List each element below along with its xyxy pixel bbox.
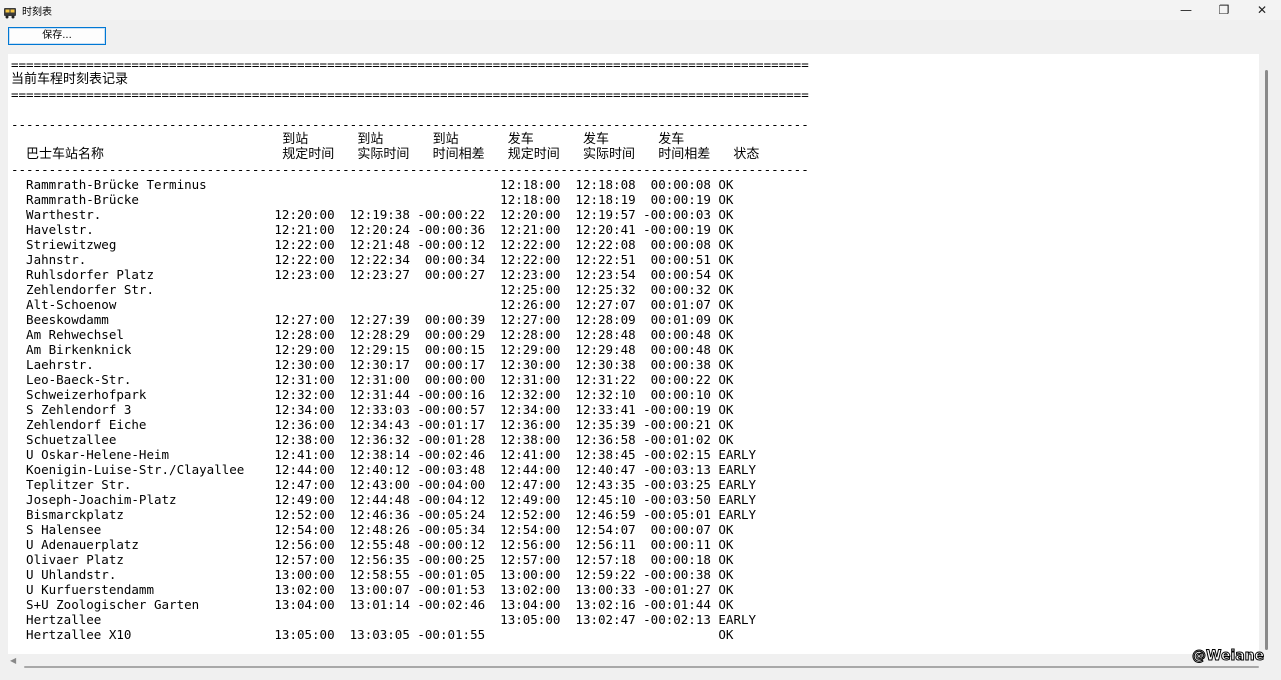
table-row: Koenigin-Luise-Str./Clayallee 12:44:00 1…: [11, 462, 757, 477]
toolbar: 保存...: [0, 20, 1281, 52]
table-row: Leo-Baeck-Str. 12:31:00 12:31:00 00:00:0…: [11, 372, 734, 387]
table-row: U Oskar-Helene-Heim 12:41:00 12:38:14 -0…: [11, 447, 757, 462]
table-row: S+U Zoologischer Garten 13:04:00 13:01:1…: [11, 597, 734, 612]
column-header: 发车: [658, 132, 685, 147]
scroll-left-arrow-icon[interactable]: ◀: [10, 656, 16, 665]
column-header: 到站: [432, 132, 459, 147]
column-header: 状态: [733, 147, 760, 162]
table-row: Hertzallee 13:05:00 13:02:47 -00:02:13 E…: [11, 612, 757, 627]
column-header: 发车: [583, 132, 610, 147]
table-row: Am Rehwechsel 12:28:00 12:28:29 00:00:29…: [11, 327, 734, 342]
timetable-report: ========================================…: [11, 57, 871, 642]
maximize-button[interactable]: ❐: [1205, 0, 1243, 20]
bus-app-icon: [3, 4, 17, 19]
rule-double: ========================================…: [11, 87, 809, 102]
table-row: Rammrath-Brücke 12:18:00 12:18:19 00:00:…: [11, 192, 734, 207]
table-row: S Halensee 12:54:00 12:48:26 -00:05:34 1…: [11, 522, 734, 537]
watermark: @Weiane: [1191, 648, 1265, 665]
window-controls: — ❐ ✕: [1167, 0, 1281, 20]
window-title: 时刻表: [22, 6, 52, 18]
table-row: Havelstr. 12:21:00 12:20:24 -00:00:36 12…: [11, 222, 734, 237]
table-row: S Zehlendorf 3 12:34:00 12:33:03 -00:00:…: [11, 402, 734, 417]
vertical-scrollbar[interactable]: [1261, 56, 1273, 654]
table-row: Striewitzweg 12:22:00 12:21:48 -00:00:12…: [11, 237, 734, 252]
table-row: Schuetzallee 12:38:00 12:36:32 -00:01:28…: [11, 432, 734, 447]
column-header: 发车: [507, 132, 534, 147]
save-button[interactable]: 保存...: [8, 27, 106, 45]
table-row: Ruhlsdorfer Platz 12:23:00 12:23:27 00:0…: [11, 267, 734, 282]
column-header: 时间相差: [432, 147, 485, 162]
table-row: Joseph-Joachim-Platz 12:49:00 12:44:48 -…: [11, 492, 757, 507]
table-row: Warthestr. 12:20:00 12:19:38 -00:00:22 1…: [11, 207, 734, 222]
title-bar: 时刻表 — ❐ ✕: [0, 0, 1281, 20]
table-row: Alt-Schoenow 12:26:00 12:27:07 00:01:07 …: [11, 297, 734, 312]
rule-double: ========================================…: [11, 57, 809, 72]
minimize-button[interactable]: —: [1167, 0, 1205, 20]
column-header: 到站: [282, 132, 309, 147]
table-row: Teplitzer Str. 12:47:00 12:43:00 -00:04:…: [11, 477, 757, 492]
table-row: Jahnstr. 12:22:00 12:22:34 00:00:34 12:2…: [11, 252, 734, 267]
report-heading: 当前车程时刻表记录: [11, 72, 129, 87]
table-row: U Adenauerplatz 12:56:00 12:55:48 -00:00…: [11, 537, 734, 552]
column-header: 规定时间: [507, 147, 560, 162]
table-row: U Kurfuerstendamm 13:02:00 13:00:07 -00:…: [11, 582, 734, 597]
column-header: 规定时间: [282, 147, 335, 162]
column-header: 时间相差: [658, 147, 711, 162]
column-header: 实际时间: [583, 147, 636, 162]
rule-single: ----------------------------------------…: [11, 162, 809, 177]
header-row-bottom: 巴士车站名称 规定时间 实际时间 时间相差 规定时间 实际时间 时间相差 状态: [11, 147, 871, 162]
table-row: Rammrath-Brücke Terminus 12:18:00 12:18:…: [11, 177, 734, 192]
close-button[interactable]: ✕: [1243, 0, 1281, 20]
rule-single: ----------------------------------------…: [11, 117, 809, 132]
table-row: Olivaer Platz 12:57:00 12:56:35 -00:00:2…: [11, 552, 734, 567]
table-row: Beeskowdamm 12:27:00 12:27:39 00:00:39 1…: [11, 312, 734, 327]
horizontal-scroll-thumb[interactable]: [24, 666, 1259, 668]
horizontal-scrollbar[interactable]: ◀: [8, 656, 1259, 670]
table-row: Bismarckplatz 12:52:00 12:46:36 -00:05:2…: [11, 507, 757, 522]
table-row: Schweizerhofpark 12:32:00 12:31:44 -00:0…: [11, 387, 734, 402]
table-row: Hertzallee X10 13:05:00 13:03:05 -00:01:…: [11, 627, 734, 642]
table-row: Am Birkenknick 12:29:00 12:29:15 00:00:1…: [11, 342, 734, 357]
timetable-text-area[interactable]: ========================================…: [8, 54, 1259, 654]
vertical-scroll-thumb[interactable]: [1265, 70, 1268, 650]
table-row: Zehlendorf Eiche 12:36:00 12:34:43 -00:0…: [11, 417, 734, 432]
column-header: 到站: [357, 132, 384, 147]
header-row-top: 到站 到站 到站 发车 发车 发车: [11, 132, 871, 147]
column-header: 实际时间: [357, 147, 410, 162]
table-row: Laehrstr. 12:30:00 12:30:17 00:00:17 12:…: [11, 357, 734, 372]
column-header: 巴士车站名称: [26, 147, 105, 162]
table-row: U Uhlandstr. 13:00:00 12:58:55 -00:01:05…: [11, 567, 734, 582]
table-row: Zehlendorfer Str. 12:25:00 12:25:32 00:0…: [11, 282, 734, 297]
